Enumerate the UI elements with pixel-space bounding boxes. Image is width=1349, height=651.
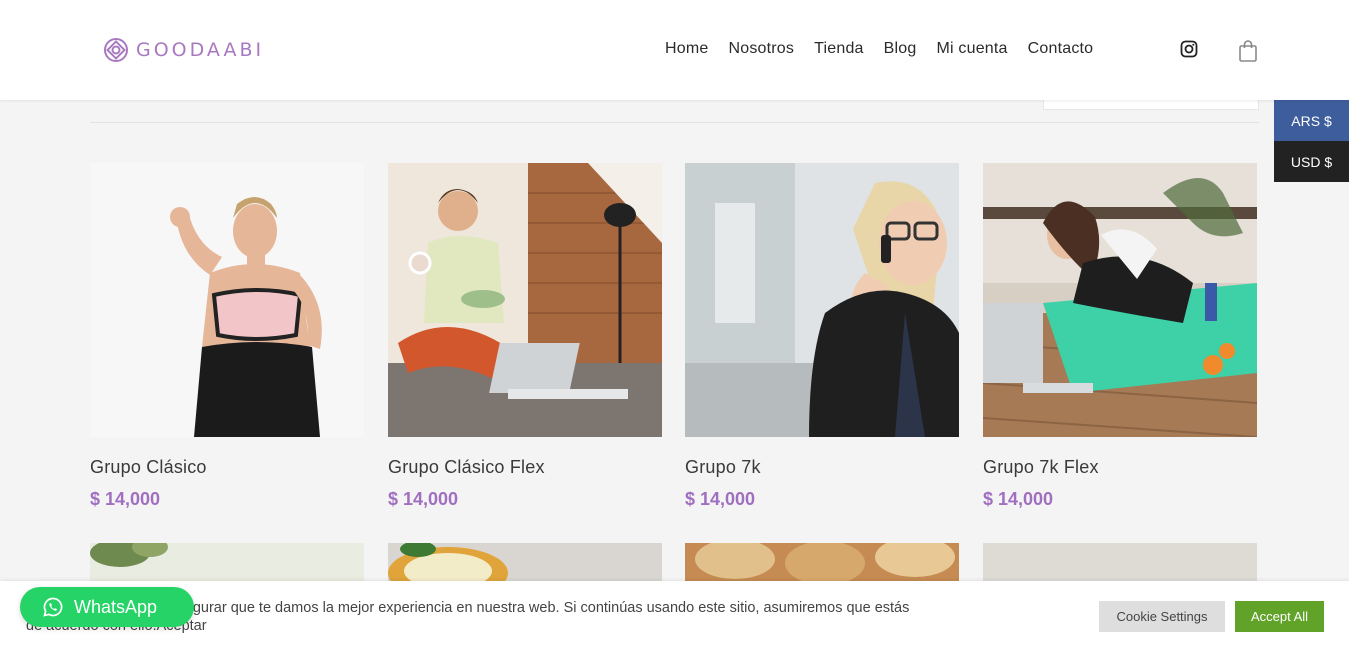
- product-image[interactable]: [388, 163, 662, 437]
- product-image[interactable]: [685, 163, 959, 437]
- nav-mi-cuenta[interactable]: Mi cuenta: [936, 40, 1007, 58]
- main-nav: Home Nosotros Tienda Blog Mi cuenta Cont…: [665, 40, 1113, 58]
- product-card[interactable]: Grupo Clásico Flex $ 14,000: [388, 163, 662, 510]
- product-price: $ 14,000: [983, 489, 1054, 509]
- nav-nosotros[interactable]: Nosotros: [728, 40, 794, 58]
- whatsapp-label: WhatsApp: [74, 596, 158, 617]
- shopping-bag-icon[interactable]: [1238, 39, 1258, 63]
- cookie-settings-button[interactable]: Cookie Settings: [1099, 601, 1225, 632]
- divider: [90, 122, 1259, 123]
- product-image[interactable]: [685, 543, 959, 583]
- currency-usd[interactable]: USD $: [1274, 141, 1349, 182]
- nav-blog[interactable]: Blog: [884, 40, 917, 58]
- site-header: GOODAABI Home Nosotros Tienda Blog Mi cu…: [0, 0, 1349, 100]
- instagram-icon[interactable]: [1180, 40, 1198, 58]
- product-title[interactable]: Grupo 7k: [685, 457, 959, 478]
- product-title[interactable]: Grupo Clásico: [90, 457, 364, 478]
- product-price: $ 14,000: [90, 489, 161, 509]
- product-title[interactable]: Grupo Clásico Flex: [388, 457, 662, 478]
- product-card[interactable]: Grupo Clásico $ 14,000: [90, 163, 364, 510]
- brand-name: GOODAABI: [136, 39, 265, 61]
- product-image[interactable]: [983, 543, 1257, 583]
- product-image[interactable]: [983, 163, 1257, 437]
- logo-icon: [104, 38, 128, 62]
- product-image[interactable]: [90, 543, 364, 583]
- nav-tienda[interactable]: Tienda: [814, 40, 864, 58]
- product-title[interactable]: Grupo 7k Flex: [983, 457, 1257, 478]
- nav-contacto[interactable]: Contacto: [1028, 40, 1094, 58]
- product-card[interactable]: Grupo 7k Flex $ 14,000: [983, 163, 1257, 510]
- cookie-banner: Usamos cookies para asegurar que te damo…: [0, 581, 1349, 651]
- accept-all-button[interactable]: Accept All: [1235, 601, 1324, 632]
- nav-home[interactable]: Home: [665, 40, 708, 58]
- whatsapp-icon: [43, 597, 63, 617]
- logo[interactable]: GOODAABI: [103, 37, 264, 63]
- product-price: $ 14,000: [388, 489, 459, 509]
- product-price: $ 14,000: [685, 489, 756, 509]
- whatsapp-button[interactable]: WhatsApp: [20, 587, 194, 627]
- product-image[interactable]: [90, 163, 364, 437]
- currency-ars[interactable]: ARS $: [1274, 100, 1349, 141]
- product-image[interactable]: [388, 543, 662, 583]
- product-card[interactable]: Grupo 7k $ 14,000: [685, 163, 959, 510]
